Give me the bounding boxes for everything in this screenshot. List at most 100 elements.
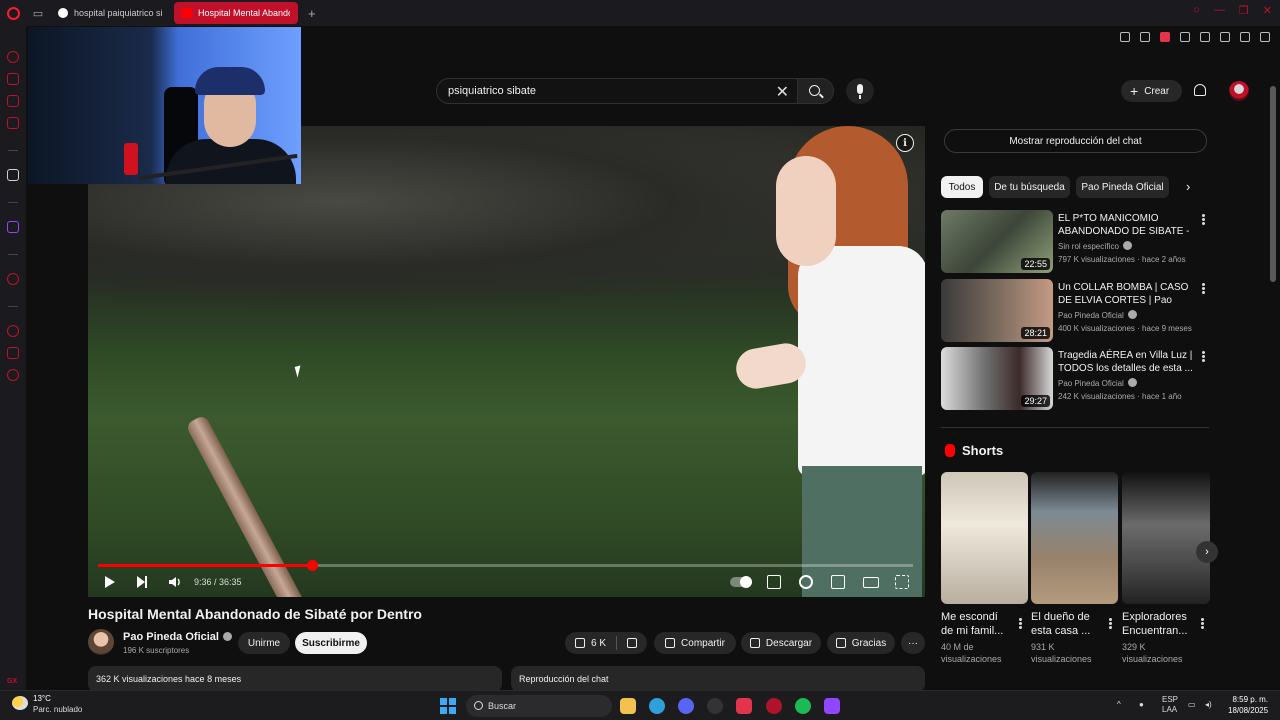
workspaces-icon[interactable]: ▭ — [26, 0, 50, 26]
notifications-bell-icon[interactable] — [1194, 84, 1206, 96]
tray-chevron-icon[interactable]: ^ — [1117, 700, 1121, 709]
speed-dial-icon[interactable] — [7, 51, 19, 63]
file-explorer-icon[interactable] — [620, 698, 636, 714]
menu-icon[interactable] — [1260, 32, 1270, 42]
chip-channel[interactable]: Pao Pineda Oficial — [1076, 176, 1169, 198]
volume-icon[interactable] — [168, 575, 182, 589]
progress-bar[interactable] — [98, 560, 913, 571]
streamer-app-icon[interactable] — [824, 698, 840, 714]
recommendation-channel[interactable]: Pao Pineda Oficial — [1058, 310, 1137, 320]
chat-replay-box[interactable]: Reproducción del chat — [511, 666, 925, 692]
download-button[interactable]: Descargar — [741, 632, 821, 654]
channel-text[interactable]: Sin rol específico — [1058, 242, 1119, 251]
recommendation-title[interactable]: Un COLLAR BOMBA | CASO DE ELVIA CORTES |… — [1058, 281, 1196, 307]
more-options-icon[interactable] — [1202, 283, 1205, 286]
tiktok-icon[interactable] — [736, 698, 752, 714]
short-item[interactable]: El dueño de esta casa ... 931 K visualiz… — [1031, 472, 1118, 665]
snapshot-icon[interactable] — [1140, 32, 1150, 42]
chip-all[interactable]: Todos — [941, 176, 983, 198]
recommendation-thumbnail[interactable]: 22:55 — [941, 210, 1053, 273]
recommendation-item[interactable]: 28:21 Un COLLAR BOMBA | CASO DE ELVIA CO… — [941, 279, 1211, 343]
wallet-icon[interactable] — [1220, 32, 1230, 42]
weather-icon[interactable] — [12, 696, 28, 710]
system-clock[interactable]: 8:59 p. m. 18/08/2025 — [1228, 694, 1268, 716]
download-icon[interactable] — [1240, 32, 1250, 42]
chips-next-icon[interactable]: › — [1186, 179, 1190, 194]
spotify-icon[interactable] — [795, 698, 811, 714]
info-icon[interactable]: i — [896, 134, 914, 152]
tray-microphone-icon[interactable]: ● — [1139, 700, 1144, 709]
channel-text[interactable]: Pao Pineda Oficial — [1058, 379, 1124, 388]
short-thumbnail[interactable] — [1031, 472, 1118, 604]
subtitles-icon[interactable] — [767, 575, 781, 589]
settings-icon[interactable] — [7, 369, 19, 381]
shorts-next-button[interactable]: › — [1196, 541, 1218, 563]
send-icon[interactable] — [1180, 32, 1190, 42]
channel-avatar[interactable] — [88, 629, 114, 655]
weather-temperature[interactable]: 13°C — [33, 694, 51, 703]
chip-from-search[interactable]: De tu búsqueda — [989, 176, 1070, 198]
weather-condition[interactable]: Parc. nublado — [33, 705, 82, 714]
twitch-icon[interactable] — [7, 221, 19, 233]
opera-gx-icon[interactable] — [766, 698, 782, 714]
taskbar-search[interactable]: Buscar — [466, 695, 612, 717]
recommendation-title[interactable]: Tragedia AÉREA en Villa Luz | TODOS los … — [1058, 349, 1196, 375]
theater-mode-icon[interactable] — [863, 577, 879, 588]
network-icon[interactable]: ▭ — [1188, 700, 1196, 709]
page-scrollbar[interactable] — [1270, 86, 1276, 282]
short-thumbnail[interactable] — [1122, 472, 1210, 604]
next-icon[interactable] — [137, 576, 147, 588]
extensions-icon[interactable] — [7, 347, 19, 359]
recommendation-thumbnail[interactable]: 28:21 — [941, 279, 1053, 342]
miniplayer-icon[interactable] — [831, 575, 845, 589]
clear-search-icon[interactable]: ✕ — [776, 82, 789, 102]
video-player[interactable]: i 9:36 / 36:35 — [88, 126, 925, 597]
heart-icon[interactable] — [1200, 32, 1210, 42]
account-avatar[interactable] — [1229, 81, 1249, 101]
browser-tab-video[interactable]: Hospital Mental Abandon — [174, 2, 298, 24]
obs-icon[interactable] — [707, 698, 723, 714]
thumbs-up-icon[interactable] — [575, 638, 585, 648]
channel-name-text[interactable]: Pao Pineda Oficial — [123, 631, 219, 643]
vpn-shield-icon[interactable] — [1160, 32, 1170, 42]
discord-icon[interactable] — [678, 698, 694, 714]
join-button[interactable]: Unirme — [238, 632, 290, 654]
search-tabs-icon[interactable]: ○ — [1193, 4, 1200, 17]
fullscreen-icon[interactable] — [895, 575, 909, 589]
windows-start-icon[interactable] — [440, 698, 456, 714]
more-options-icon[interactable] — [1109, 618, 1112, 621]
aria-icon[interactable] — [7, 169, 19, 181]
more-actions-button[interactable]: ··· — [901, 632, 925, 654]
short-title[interactable]: Me escondí de mi famil... — [941, 610, 1011, 638]
short-thumbnail[interactable] — [941, 472, 1028, 604]
speaker-icon[interactable]: ◂) — [1205, 700, 1212, 709]
maximize-icon[interactable]: ❐ — [1239, 4, 1249, 17]
recommendation-channel[interactable]: Pao Pineda Oficial — [1058, 378, 1137, 388]
recommendation-thumbnail[interactable]: 29:27 — [941, 347, 1053, 410]
more-options-icon[interactable] — [1202, 351, 1205, 354]
recommendation-item[interactable]: 29:27 Tragedia AÉREA en Villa Luz | TODO… — [941, 347, 1211, 411]
mail-icon[interactable] — [7, 117, 19, 129]
recommendation-channel[interactable]: Sin rol específico — [1058, 241, 1132, 251]
subscribe-button[interactable]: Suscribirme — [295, 632, 367, 654]
minimize-icon[interactable]: — — [1214, 4, 1225, 17]
share-button[interactable]: Compartir — [654, 632, 736, 654]
browser-tab-search[interactable]: hospital paiquiatrico siber — [50, 2, 170, 24]
description-box[interactable]: 362 K visualizaciones hace 8 meses — [88, 666, 502, 692]
autoplay-toggle[interactable] — [730, 576, 752, 588]
like-count[interactable]: 6 K — [591, 638, 606, 649]
search-input[interactable] — [448, 85, 768, 97]
bookmark-icon[interactable] — [1120, 32, 1130, 42]
channel-text[interactable]: Pao Pineda Oficial — [1058, 311, 1124, 320]
recommendation-title[interactable]: EL P*TO MANICOMIO ABANDONADO DE SIBATE -… — [1058, 212, 1196, 238]
shopping-icon[interactable] — [7, 73, 19, 85]
play-icon[interactable] — [105, 576, 115, 588]
language-indicator[interactable]: ESP LAA — [1162, 695, 1178, 715]
short-title[interactable]: El dueño de esta casa ... — [1031, 610, 1101, 638]
more-options-icon[interactable] — [1201, 618, 1204, 621]
player-icon[interactable] — [7, 273, 19, 285]
thumbs-down-icon[interactable] — [627, 638, 638, 648]
recommendation-item[interactable]: 22:55 EL P*TO MANICOMIO ABANDONADO DE SI… — [941, 210, 1211, 274]
close-icon[interactable]: ✕ — [1263, 4, 1272, 17]
short-title[interactable]: Exploradores Encuentran... — [1122, 610, 1192, 638]
